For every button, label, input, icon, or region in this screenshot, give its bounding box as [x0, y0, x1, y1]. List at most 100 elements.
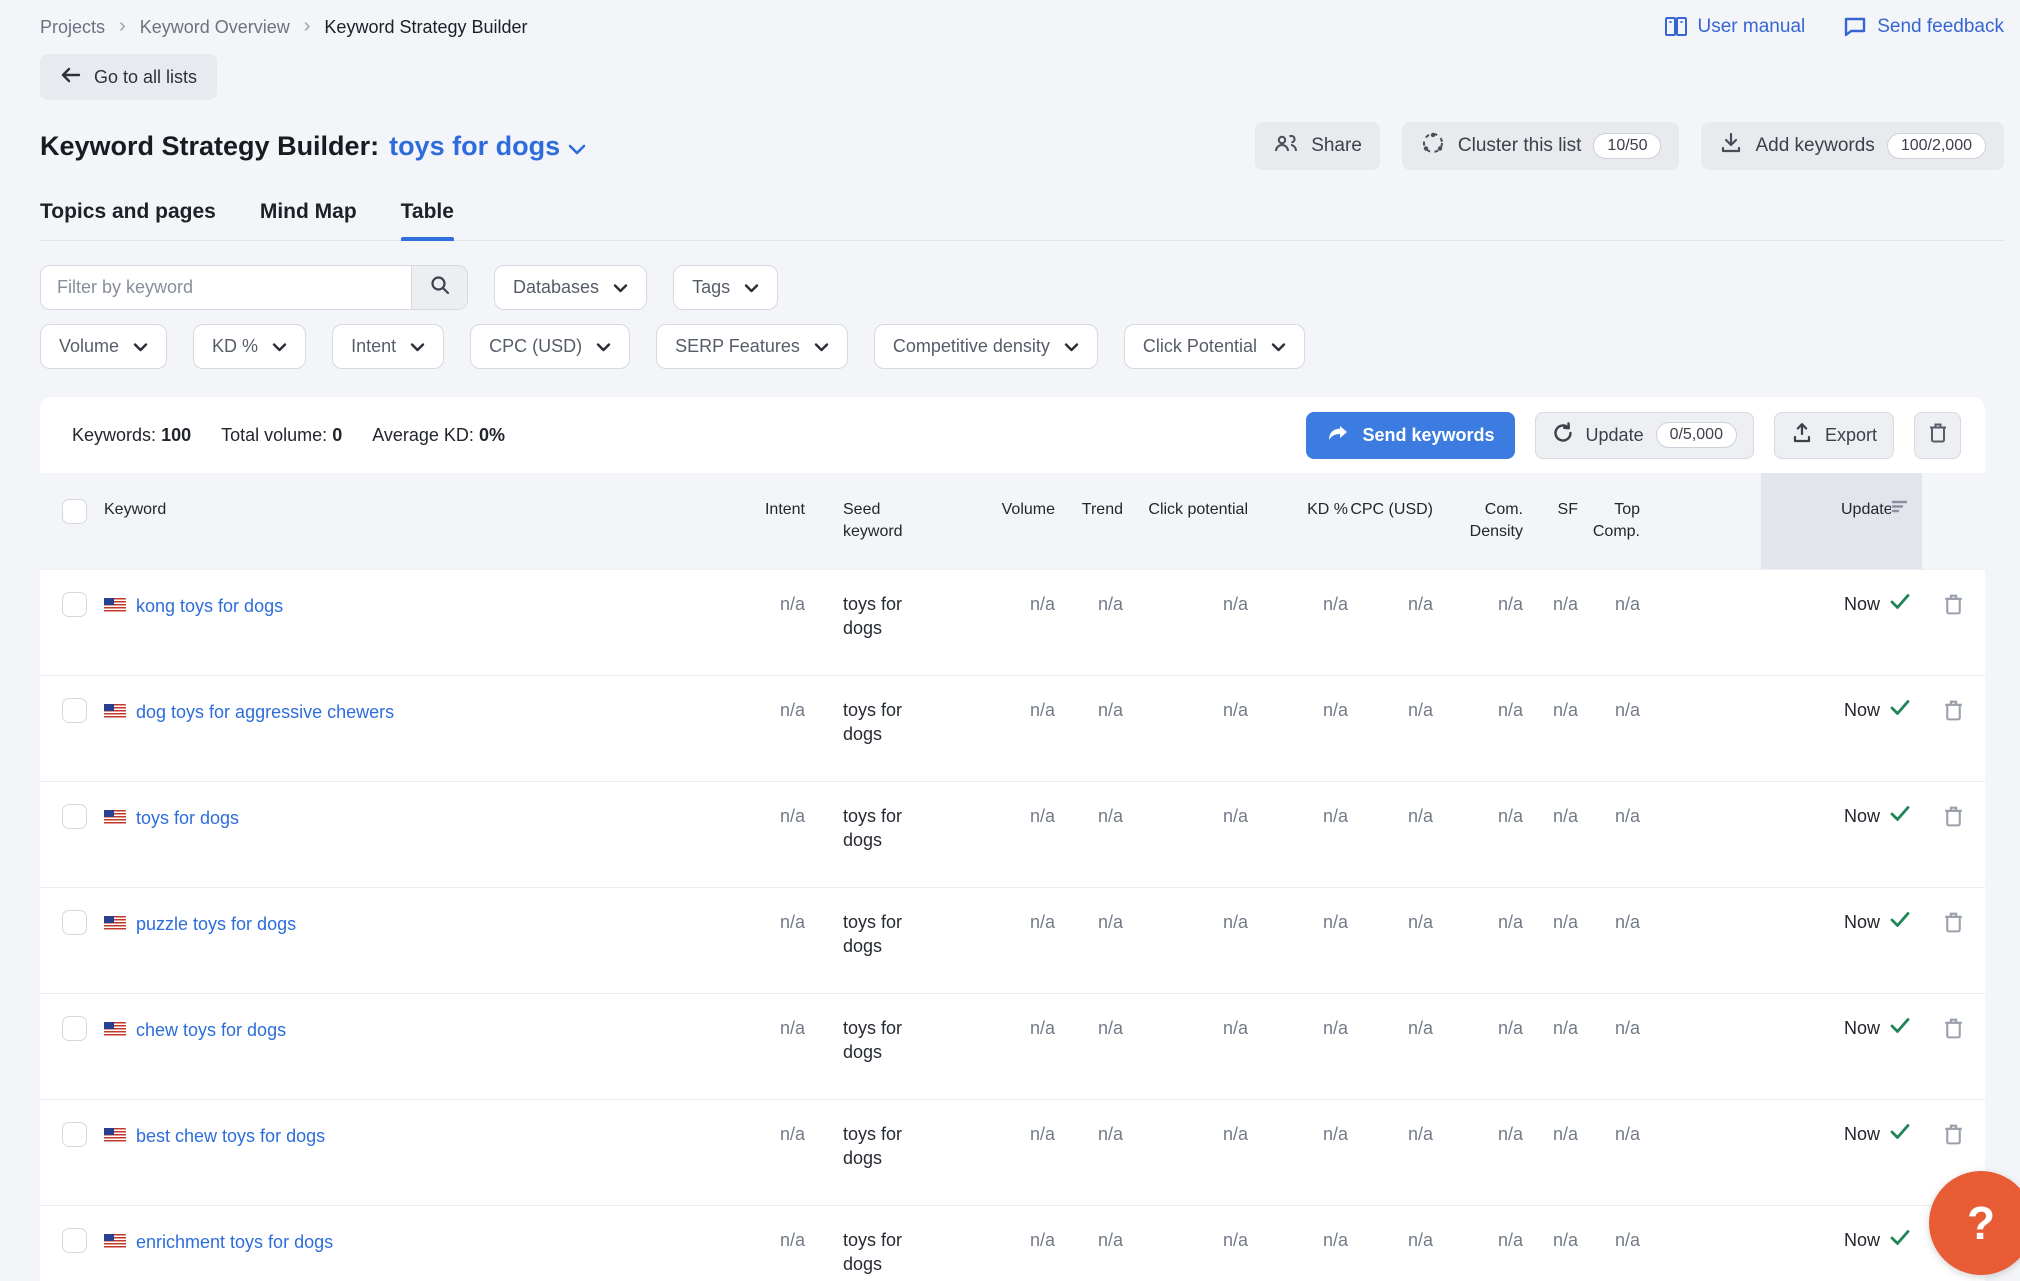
top-comp-value: n/a	[1578, 782, 1640, 887]
column-click-potential[interactable]: Click potential	[1123, 473, 1248, 569]
updated-value: Now	[1844, 698, 1880, 722]
user-manual-link[interactable]: User manual	[1664, 16, 1806, 38]
search-button[interactable]	[411, 266, 467, 309]
trash-icon	[1943, 592, 1964, 675]
top-comp-value: n/a	[1578, 1206, 1640, 1281]
filter-dropdown-kd-[interactable]: KD %	[193, 324, 306, 369]
column-com-density[interactable]: Com. Density	[1433, 473, 1523, 569]
row-checkbox[interactable]	[62, 1228, 87, 1253]
row-checkbox[interactable]	[62, 1122, 87, 1147]
volume-value: n/a	[910, 1100, 1055, 1205]
keyword-link[interactable]: toys for dogs	[136, 806, 239, 830]
intent-value: n/a	[735, 888, 805, 993]
arrow-left-icon	[60, 66, 82, 89]
row-checkbox[interactable]	[62, 1016, 87, 1041]
keyword-link[interactable]: best chew toys for dogs	[136, 1124, 325, 1148]
column-trend[interactable]: Trend	[1055, 473, 1123, 569]
page-title: Keyword Strategy Builder: toys for dogs	[40, 131, 586, 162]
databases-dropdown[interactable]: Databases	[494, 265, 647, 310]
tags-dropdown[interactable]: Tags	[673, 265, 778, 310]
filter-dropdown-serp-features[interactable]: SERP Features	[656, 324, 848, 369]
click-potential-value: n/a	[1123, 1206, 1248, 1281]
column-cpc[interactable]: CPC (USD)	[1348, 473, 1433, 569]
filter-dropdown-competitive-density[interactable]: Competitive density	[874, 324, 1098, 369]
view-tabs: Topics and pages Mind Map Table	[40, 200, 2004, 241]
trend-value: n/a	[1055, 994, 1123, 1099]
trend-value: n/a	[1055, 1100, 1123, 1205]
keyword-filter-input[interactable]	[41, 266, 411, 309]
trend-value: n/a	[1055, 676, 1123, 781]
row-checkbox[interactable]	[62, 804, 87, 829]
cpc-value: n/a	[1348, 676, 1433, 781]
column-updated[interactable]: Updated	[1761, 473, 1922, 569]
table-row: toys for dogs n/a toys for dogs n/a n/a …	[40, 781, 1985, 887]
keyword-link[interactable]: enrichment toys for dogs	[136, 1230, 333, 1254]
us-flag-icon	[104, 704, 126, 719]
export-icon	[1791, 422, 1813, 449]
cpc-value: n/a	[1348, 782, 1433, 887]
send-feedback-link[interactable]: Send feedback	[1843, 16, 2004, 38]
us-flag-icon	[104, 1234, 126, 1249]
keyword-link[interactable]: kong toys for dogs	[136, 594, 283, 618]
chevron-right-icon: ›	[304, 16, 311, 36]
tab-table[interactable]: Table	[401, 200, 454, 240]
chevron-down-icon	[272, 336, 287, 357]
column-intent[interactable]: Intent	[735, 473, 805, 569]
table-row: enrichment toys for dogs n/a toys for do…	[40, 1205, 1985, 1281]
export-button[interactable]: Export	[1774, 412, 1894, 459]
keyword-link[interactable]: puzzle toys for dogs	[136, 912, 296, 936]
column-top-comp[interactable]: Top Comp.	[1578, 473, 1640, 569]
seed-keyword-value: toys for dogs	[805, 1100, 910, 1205]
chevron-down-icon	[596, 336, 611, 357]
keywords-table-card: Keywords: 100 Total volume: 0 Average KD…	[40, 397, 1985, 1281]
column-volume[interactable]: Volume	[910, 473, 1055, 569]
filter-dropdown-volume[interactable]: Volume	[40, 324, 167, 369]
com-density-value: n/a	[1433, 888, 1523, 993]
list-name-dropdown[interactable]: toys for dogs	[389, 131, 586, 162]
send-keywords-button[interactable]: Send keywords	[1306, 412, 1514, 459]
delete-row-button[interactable]	[1922, 888, 1985, 993]
filter-dropdown-cpc-usd-[interactable]: CPC (USD)	[470, 324, 630, 369]
row-checkbox[interactable]	[62, 592, 87, 617]
column-keyword[interactable]: Keyword	[104, 473, 735, 569]
intent-value: n/a	[735, 1100, 805, 1205]
table-row: kong toys for dogs n/a toys for dogs n/a…	[40, 569, 1985, 675]
volume-value: n/a	[910, 1206, 1055, 1281]
delete-row-button[interactable]	[1922, 570, 1985, 675]
trash-icon	[1943, 698, 1964, 781]
sf-value: n/a	[1523, 1206, 1578, 1281]
cluster-this-list-button[interactable]: Cluster this list 10/50	[1402, 122, 1680, 170]
filter-dropdown-intent[interactable]: Intent	[332, 324, 444, 369]
keyword-link[interactable]: dog toys for aggressive chewers	[136, 700, 394, 724]
row-checkbox[interactable]	[62, 910, 87, 935]
add-keywords-limit-badge: 100/2,000	[1887, 133, 1986, 159]
keyword-link[interactable]: chew toys for dogs	[136, 1018, 286, 1042]
tab-topics-and-pages[interactable]: Topics and pages	[40, 200, 216, 240]
filter-dropdown-click-potential[interactable]: Click Potential	[1124, 324, 1305, 369]
delete-row-button[interactable]	[1922, 994, 1985, 1099]
select-all-checkbox[interactable]	[62, 499, 87, 524]
check-icon	[1890, 910, 1910, 934]
row-checkbox[interactable]	[62, 698, 87, 723]
kd-value: n/a	[1248, 676, 1348, 781]
seed-keyword-value: toys for dogs	[805, 994, 910, 1099]
click-potential-value: n/a	[1123, 888, 1248, 993]
breadcrumb-keyword-overview[interactable]: Keyword Overview	[140, 17, 290, 38]
update-button[interactable]: Update 0/5,000	[1535, 412, 1754, 459]
delete-list-button[interactable]	[1914, 412, 1961, 459]
column-kd[interactable]: KD %	[1248, 473, 1348, 569]
share-button[interactable]: Share	[1255, 122, 1380, 170]
delete-row-button[interactable]	[1922, 676, 1985, 781]
keywords-count: 100	[161, 425, 191, 445]
go-to-all-lists-button[interactable]: Go to all lists	[40, 54, 217, 100]
add-keywords-button[interactable]: Add keywords 100/2,000	[1701, 122, 2004, 170]
forward-arrow-icon	[1326, 423, 1350, 448]
delete-row-button[interactable]	[1922, 782, 1985, 887]
breadcrumb-projects[interactable]: Projects	[40, 17, 105, 38]
column-seed-keyword[interactable]: Seed keyword	[805, 473, 910, 569]
sf-value: n/a	[1523, 782, 1578, 887]
column-sf[interactable]: SF	[1523, 473, 1578, 569]
tab-mind-map[interactable]: Mind Map	[260, 200, 357, 240]
table-row: dog toys for aggressive chewers n/a toys…	[40, 675, 1985, 781]
table-row: puzzle toys for dogs n/a toys for dogs n…	[40, 887, 1985, 993]
